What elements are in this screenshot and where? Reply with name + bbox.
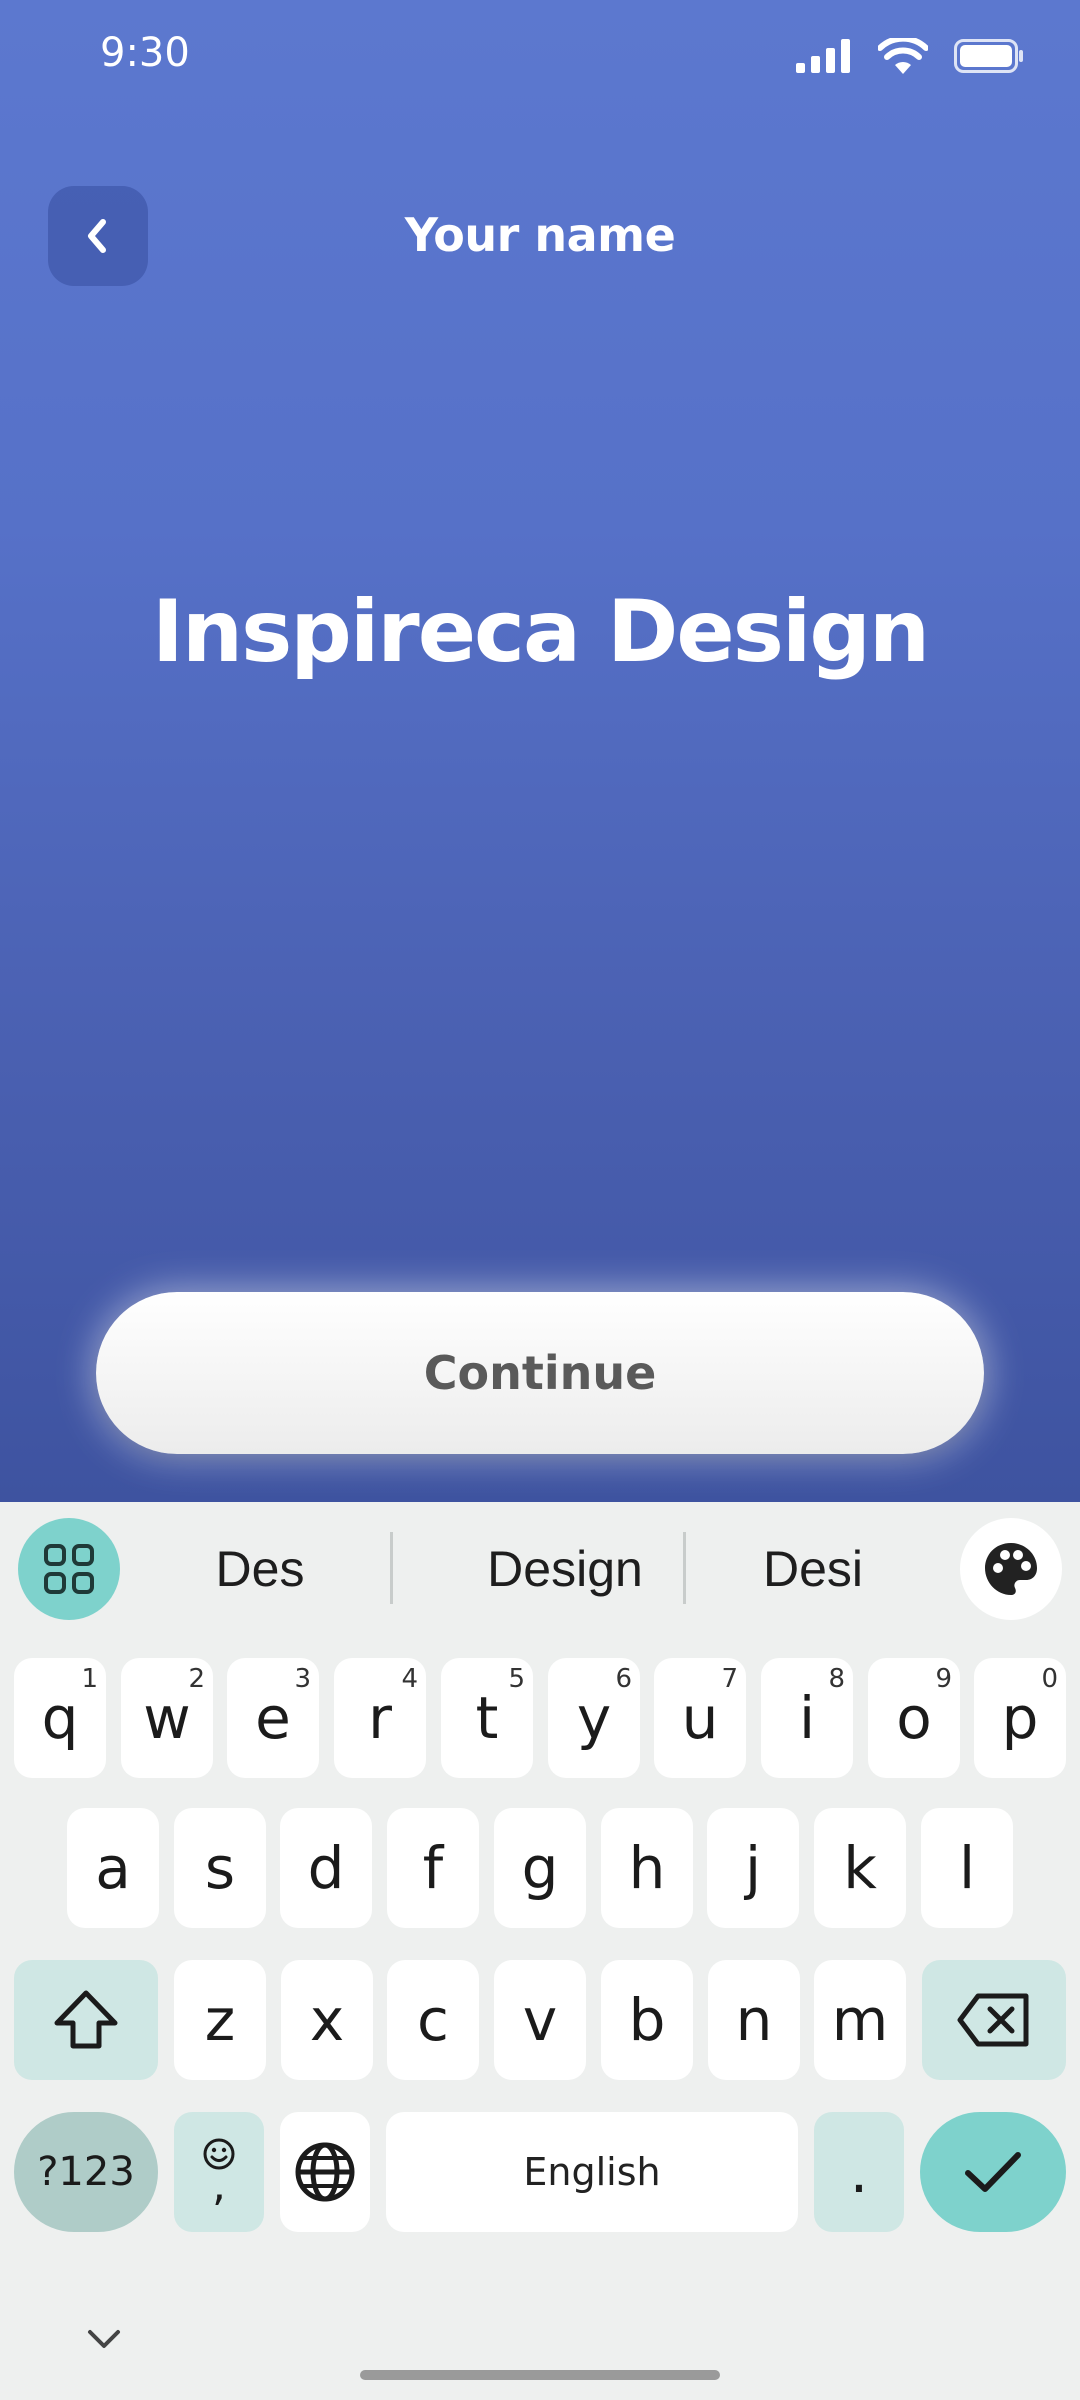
key-number-hint: 7 bbox=[721, 1664, 738, 1694]
key-n[interactable]: n bbox=[708, 1960, 800, 2080]
soft-keyboard: Des Design Desi q1w2e3r4t5y6u7i8o9p0 asd… bbox=[0, 1502, 1080, 2400]
key-c[interactable]: c bbox=[387, 1960, 479, 2080]
key-label: q bbox=[41, 1684, 79, 1752]
home-indicator bbox=[360, 2370, 720, 2380]
wifi-icon bbox=[878, 38, 928, 74]
key-number-hint: 2 bbox=[188, 1664, 205, 1694]
key-p[interactable]: p0 bbox=[974, 1658, 1066, 1778]
key-number-hint: 9 bbox=[935, 1664, 952, 1694]
battery-icon bbox=[954, 39, 1023, 73]
emoji-comma-key[interactable]: , bbox=[174, 2112, 264, 2232]
suggestion-1[interactable]: Des bbox=[160, 1540, 360, 1600]
language-key[interactable] bbox=[280, 2112, 370, 2232]
key-a[interactable]: a bbox=[67, 1808, 159, 1928]
key-f[interactable]: f bbox=[387, 1808, 479, 1928]
name-input-display[interactable]: Inspireca Design bbox=[60, 582, 1020, 682]
key-t[interactable]: t5 bbox=[441, 1658, 533, 1778]
grid-icon bbox=[44, 1544, 94, 1594]
keyboard-collapse-icon[interactable] bbox=[84, 2326, 124, 2352]
comma-label: , bbox=[212, 2160, 226, 2211]
suggestion-2[interactable]: Design bbox=[415, 1540, 715, 1600]
shift-icon bbox=[54, 1990, 118, 2049]
key-u[interactable]: u7 bbox=[654, 1658, 746, 1778]
key-number-hint: 6 bbox=[615, 1664, 632, 1694]
keyboard-apps-button[interactable] bbox=[18, 1518, 120, 1620]
suggestion-divider bbox=[390, 1532, 393, 1604]
key-label: w bbox=[143, 1684, 191, 1752]
space-key[interactable]: English bbox=[386, 2112, 798, 2232]
key-label: r bbox=[368, 1684, 392, 1752]
key-k[interactable]: k bbox=[814, 1808, 906, 1928]
back-button[interactable] bbox=[48, 186, 148, 286]
symbols-key[interactable]: ?123 bbox=[14, 2112, 158, 2232]
key-label: t bbox=[475, 1684, 499, 1752]
key-y[interactable]: y6 bbox=[548, 1658, 640, 1778]
suggestion-bar: Des Design Desi bbox=[0, 1502, 1080, 1632]
signal-icon bbox=[796, 39, 850, 73]
key-number-hint: 0 bbox=[1041, 1664, 1058, 1694]
shift-key[interactable] bbox=[14, 1960, 158, 2080]
status-icons bbox=[796, 38, 1024, 74]
key-e[interactable]: e3 bbox=[227, 1658, 319, 1778]
suggestion-divider bbox=[683, 1532, 686, 1604]
key-b[interactable]: b bbox=[601, 1960, 693, 2080]
key-x[interactable]: x bbox=[281, 1960, 373, 2080]
key-label: e bbox=[255, 1684, 291, 1752]
status-bar: 9:30 bbox=[0, 0, 1080, 110]
page-title: Your name bbox=[404, 208, 676, 262]
backspace-icon bbox=[957, 1993, 1029, 2047]
backspace-key[interactable] bbox=[922, 1960, 1066, 2080]
key-s[interactable]: s bbox=[174, 1808, 266, 1928]
key-l[interactable]: l bbox=[921, 1808, 1013, 1928]
key-z[interactable]: z bbox=[174, 1960, 266, 2080]
globe-icon bbox=[295, 2142, 355, 2202]
key-label: i bbox=[798, 1684, 816, 1752]
status-time: 9:30 bbox=[100, 30, 190, 76]
theme-button[interactable] bbox=[960, 1518, 1062, 1620]
chevron-left-icon bbox=[88, 219, 106, 253]
key-number-hint: 5 bbox=[508, 1664, 525, 1694]
key-number-hint: 3 bbox=[294, 1664, 311, 1694]
key-number-hint: 8 bbox=[828, 1664, 845, 1694]
checkmark-icon bbox=[965, 2152, 1021, 2192]
key-d[interactable]: d bbox=[280, 1808, 372, 1928]
key-number-hint: 1 bbox=[81, 1664, 98, 1694]
key-r[interactable]: r4 bbox=[334, 1658, 426, 1778]
suggestion-3[interactable]: Desi bbox=[713, 1540, 913, 1600]
key-m[interactable]: m bbox=[814, 1960, 906, 2080]
key-label: o bbox=[896, 1684, 932, 1752]
palette-icon bbox=[985, 1543, 1037, 1595]
key-label: p bbox=[1001, 1684, 1039, 1752]
enter-key[interactable] bbox=[920, 2112, 1066, 2232]
key-w[interactable]: w2 bbox=[121, 1658, 213, 1778]
key-number-hint: 4 bbox=[401, 1664, 418, 1694]
key-label: y bbox=[576, 1684, 612, 1752]
onboarding-screen: 9:30 Your name Inspireca Design Continue bbox=[0, 0, 1080, 1502]
key-h[interactable]: h bbox=[601, 1808, 693, 1928]
key-o[interactable]: o9 bbox=[868, 1658, 960, 1778]
key-v[interactable]: v bbox=[494, 1960, 586, 2080]
period-key[interactable]: . bbox=[814, 2112, 904, 2232]
key-g[interactable]: g bbox=[494, 1808, 586, 1928]
key-label: u bbox=[681, 1684, 719, 1752]
key-j[interactable]: j bbox=[707, 1808, 799, 1928]
continue-button[interactable]: Continue bbox=[96, 1292, 984, 1454]
key-i[interactable]: i8 bbox=[761, 1658, 853, 1778]
key-q[interactable]: q1 bbox=[14, 1658, 106, 1778]
